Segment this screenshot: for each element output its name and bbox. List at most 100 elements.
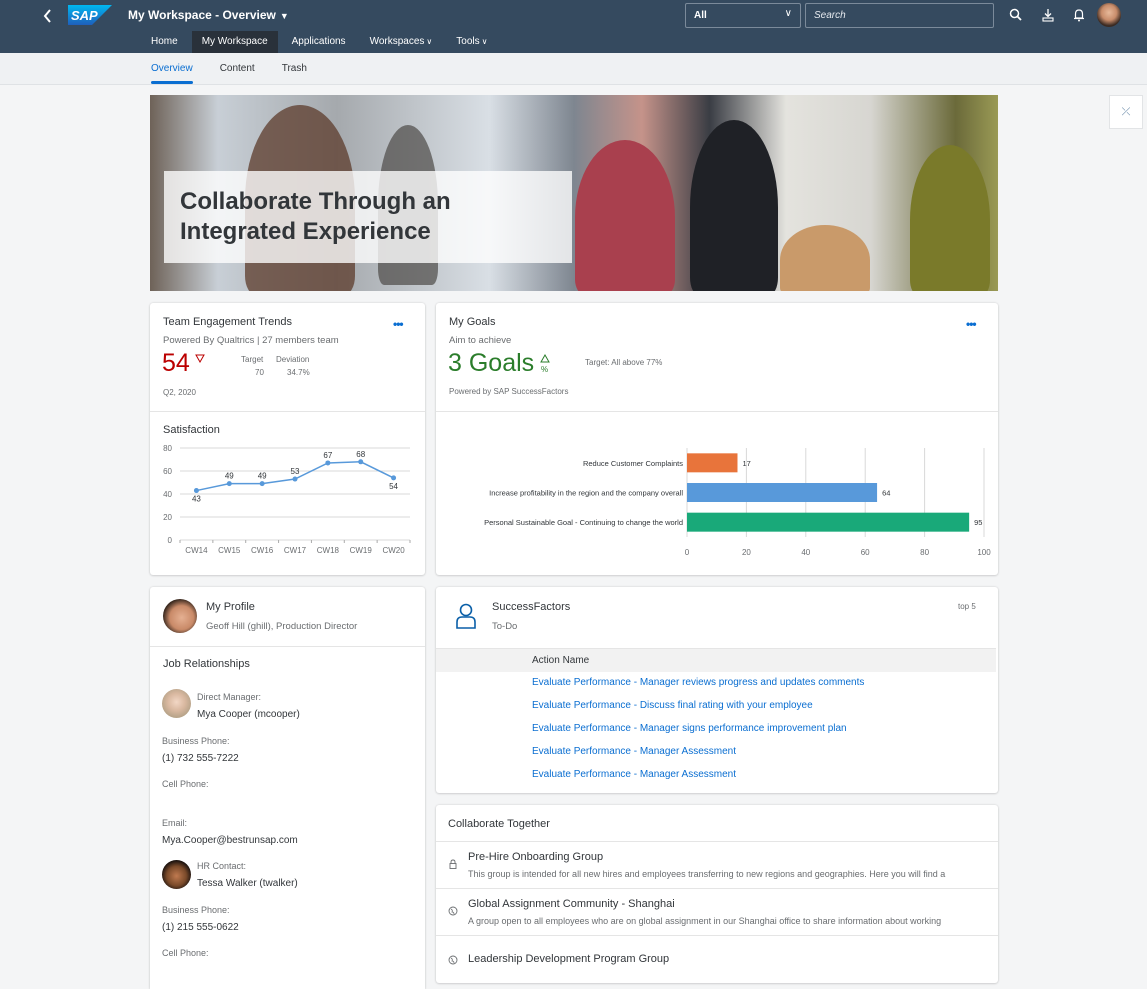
group-list-item[interactable]: Pre-Hire Onboarding Group This group is … (436, 841, 998, 888)
nav-label: Tools (456, 36, 480, 47)
chevron-down-icon: ∨ (426, 37, 433, 46)
group-list-item[interactable]: Leadership Development Program Group (436, 935, 998, 983)
nav-workspaces[interactable]: Workspaces ∨ (360, 31, 443, 53)
profile-title: My Profile (206, 601, 255, 613)
y-tick-label: 60 (163, 467, 172, 476)
satisfaction-line-chart: 0 20 40 60 80 CW14 CW15 CW16 CW17 CW18 CW19 CW20 43 4… (163, 444, 411, 555)
email-label: Email: (162, 818, 188, 828)
cell-phone-label: Cell Phone: (162, 779, 209, 789)
card-title: Collaborate Together (448, 818, 550, 830)
x-tick-label: CW16 (251, 546, 274, 555)
successfactors-todo-card[interactable]: SuccessFactors To-Do top 5 Action Name E… (436, 587, 998, 793)
card-title: SuccessFactors (492, 601, 571, 613)
kpi-value: 54 (162, 349, 190, 377)
hr-avatar[interactable] (162, 860, 191, 889)
globe-icon (448, 955, 458, 965)
team-engagement-card[interactable]: Team Engagement Trends ••• Powered By Qu… (150, 303, 425, 575)
profile-subtitle: Geoff Hill (ghill), Production Director (206, 621, 358, 632)
hero-photo-person (780, 225, 870, 291)
bar (687, 483, 878, 502)
x-tick-label: CW14 (185, 546, 208, 555)
deviation-value: 34.7% (287, 368, 310, 377)
my-goals-card[interactable]: My Goals ••• Aim to achieve 3 Goals % Ta… (436, 303, 998, 575)
group-description: A group open to all employees who are on… (468, 916, 942, 926)
table-row-link[interactable]: Evaluate Performance - Discuss final rat… (532, 700, 813, 711)
period-label: Q2, 2020 (163, 388, 196, 397)
x-tick-label: 20 (742, 548, 751, 557)
data-point (226, 481, 232, 487)
data-point (259, 481, 265, 487)
search-scope-select[interactable]: All ∨ (685, 3, 801, 28)
hero-photo-person (575, 140, 675, 291)
x-tick-label: 100 (977, 548, 991, 557)
nav-label: My Workspace (201, 36, 268, 47)
hero-headline: Collaborate Through an Integrated Experi… (180, 188, 451, 245)
divider (436, 411, 998, 412)
tab-content[interactable]: Content (220, 53, 255, 85)
business-phone-label: Business Phone: (162, 905, 230, 915)
hr-phone-link[interactable]: (1) 215 555-0622 (162, 922, 239, 933)
trend-up-icon (540, 354, 550, 363)
tab-overview[interactable]: Overview (151, 53, 193, 85)
caret-down-icon: ▼ (279, 11, 289, 21)
card-subtitle: To-Do (492, 621, 518, 632)
group-description: This group is intended for all new hires… (468, 869, 946, 879)
more-options-icon[interactable]: ••• (393, 317, 404, 331)
x-tick-label: 80 (920, 548, 929, 557)
data-label: 49 (225, 472, 234, 481)
x-tick-label: 40 (801, 548, 810, 557)
kpi-value: 3 Goals (448, 349, 535, 377)
manager-label: Direct Manager: (197, 692, 262, 702)
collaborate-together-card[interactable]: Collaborate Together Pre-Hire Onboarding… (436, 805, 998, 983)
table-row-link[interactable]: Evaluate Performance - Manager signs per… (532, 723, 847, 734)
personalize-button[interactable]: ⤫ (1109, 95, 1143, 129)
table-row-link[interactable]: Evaluate Performance - Manager reviews p… (532, 677, 864, 688)
search-icon[interactable] (1008, 7, 1024, 23)
nav-tools[interactable]: Tools ∨ (446, 31, 497, 53)
my-profile-card[interactable]: My Profile Geoff Hill (ghill), Productio… (150, 587, 425, 989)
column-header-action-name[interactable]: Action Name (532, 655, 589, 666)
group-title: Global Assignment Community - Shanghai (468, 898, 675, 910)
deviation-label: Deviation (276, 355, 310, 364)
card-subtitle: Powered By Qualtrics | 27 members team (163, 335, 339, 346)
card-title: My Goals (449, 316, 496, 328)
nav-my-workspace[interactable]: My Workspace (191, 31, 278, 53)
wand-icon: ⤫ (1121, 105, 1131, 118)
nav-home[interactable]: Home (141, 31, 188, 53)
app-title-text: My Workspace - Overview (128, 8, 276, 22)
search-input[interactable] (805, 3, 994, 28)
hero-photo-person (910, 145, 990, 291)
tab-bar: Overview Content Trash (151, 53, 334, 85)
table-row-link[interactable]: Evaluate Performance - Manager Assessmen… (532, 746, 736, 757)
user-avatar[interactable] (1097, 3, 1121, 27)
bell-icon[interactable] (1071, 7, 1087, 23)
data-label: 67 (323, 451, 332, 460)
subtitle-source: Powered By Qualtrics (163, 335, 255, 346)
app-title[interactable]: My Workspace - Overview ▼ (128, 8, 289, 22)
goals-footer: Powered by SAP SuccessFactors (449, 387, 569, 396)
nav-label: Workspaces (369, 36, 425, 47)
group-list-item[interactable]: Global Assignment Community - Shanghai A… (436, 888, 998, 935)
goals-bar-chart: 0 20 40 60 80 100 Reduce Customer Complaints 17… (484, 448, 991, 557)
profile-avatar[interactable] (163, 599, 197, 633)
back-icon[interactable] (40, 6, 56, 26)
more-options-icon[interactable]: ••• (966, 317, 977, 331)
page-subheader: Overview Content Trash (0, 53, 1147, 85)
y-tick-label: 20 (163, 513, 172, 522)
data-point (391, 475, 397, 481)
hr-label: HR Contact: (197, 861, 247, 871)
data-label: 43 (192, 495, 201, 504)
manager-avatar[interactable] (162, 689, 191, 718)
sap-logo[interactable]: SAP (68, 5, 112, 25)
nav-applications[interactable]: Applications (282, 31, 356, 53)
download-icon[interactable] (1040, 7, 1056, 23)
scope-value: All (694, 10, 707, 21)
manager-email-link[interactable]: Mya.Cooper@bestrunsap.com (162, 835, 298, 846)
table-row-link[interactable]: Evaluate Performance - Manager Assessmen… (532, 769, 736, 780)
tab-trash[interactable]: Trash (282, 53, 307, 85)
y-tick-label: 0 (168, 536, 173, 545)
data-label: 68 (356, 450, 365, 459)
card-subtitle: Aim to achieve (449, 335, 512, 346)
manager-phone-link[interactable]: (1) 732 555-7222 (162, 753, 239, 764)
data-label: 53 (291, 467, 300, 476)
